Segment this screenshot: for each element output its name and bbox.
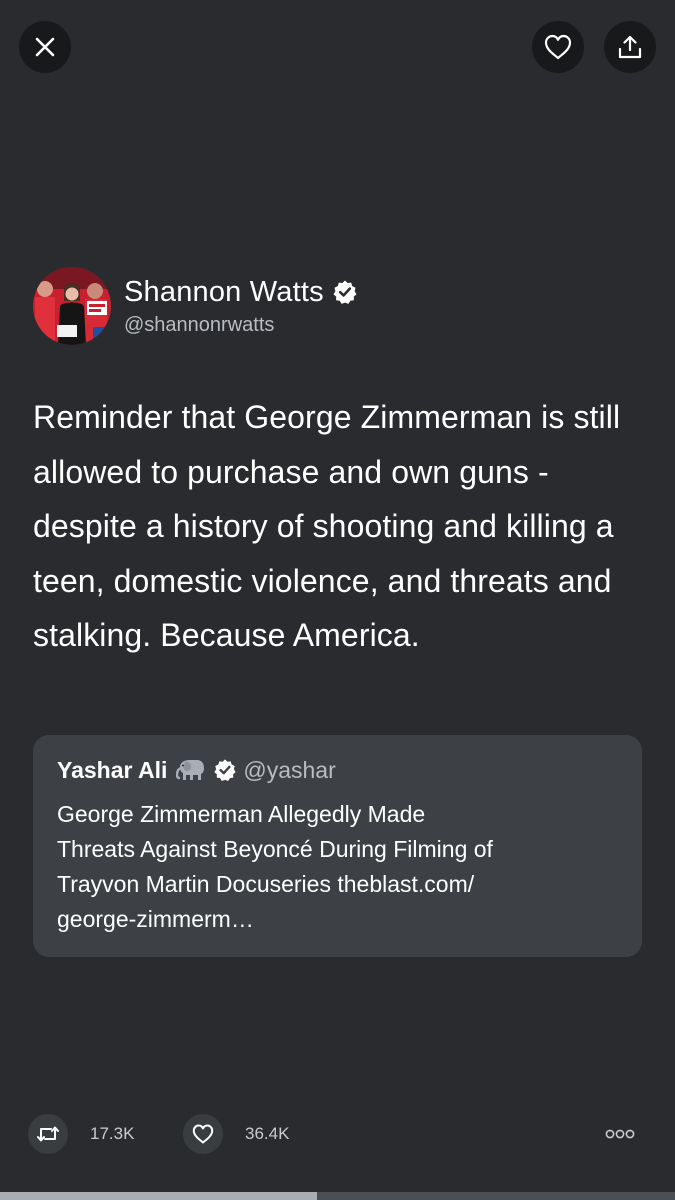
progress-bar-fill	[0, 1192, 318, 1200]
more-options-icon	[605, 1129, 635, 1139]
progress-bar	[0, 1192, 675, 1200]
tweet-author[interactable]: Shannon Watts @shannonrwatts	[33, 267, 358, 345]
action-bar: 17.3K 36.4K	[0, 1112, 675, 1156]
avatar-photo	[33, 267, 111, 345]
more-options-button[interactable]	[602, 1126, 638, 1142]
quote-author-name: Yashar Ali	[57, 756, 168, 783]
retweet-icon	[28, 1114, 68, 1154]
quote-verified-badge-icon	[213, 758, 237, 782]
heart-icon	[183, 1114, 223, 1154]
elephant-icon	[176, 758, 206, 782]
close-button[interactable]	[19, 21, 71, 73]
retweet-button[interactable]: 17.3K	[28, 1112, 134, 1156]
quote-author-handle: @yashar	[243, 756, 336, 783]
heart-icon	[544, 34, 572, 60]
close-icon	[35, 37, 55, 57]
like-button[interactable]: 36.4K	[183, 1112, 289, 1156]
author-name[interactable]: Shannon Watts	[124, 276, 324, 309]
quoted-tweet-card[interactable]: Yashar Ali @yashar George Zimmerman Alle…	[33, 735, 642, 957]
like-top-button[interactable]	[532, 21, 584, 73]
author-handle[interactable]: @shannonrwatts	[124, 314, 358, 337]
retweet-count: 17.3K	[90, 1124, 135, 1143]
tweet-text: Reminder that George Zimmerman is still …	[33, 399, 621, 653]
share-icon	[618, 35, 642, 59]
quote-text: George Zimmerman Allegedly Made Threats …	[57, 801, 493, 932]
avatar[interactable]	[33, 267, 111, 345]
verified-badge-icon	[332, 279, 358, 305]
share-button[interactable]	[604, 21, 656, 73]
like-count: 36.4K	[245, 1124, 290, 1143]
